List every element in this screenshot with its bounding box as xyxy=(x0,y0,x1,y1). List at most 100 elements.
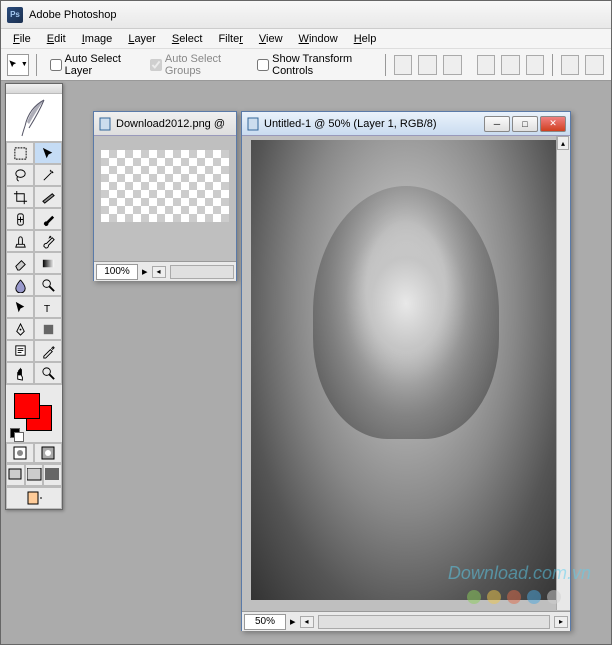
document-titlebar[interactable]: Untitled-1 @ 50% (Layer 1, RGB/8) ─ □ ✕ xyxy=(242,112,570,136)
app-title: Adobe Photoshop xyxy=(29,9,116,21)
menu-help[interactable]: Help xyxy=(346,31,385,47)
title-bar: Ps Adobe Photoshop xyxy=(1,1,611,29)
vertical-scrollbar[interactable]: ▴ xyxy=(556,136,570,610)
scroll-left-button[interactable]: ◂ xyxy=(300,616,314,628)
menu-select[interactable]: Select xyxy=(164,31,211,47)
image-content xyxy=(251,140,561,600)
hand-tool[interactable] xyxy=(6,362,34,384)
document-statusbar: 50% ▸ ◂ ▸ xyxy=(242,611,570,631)
blur-tool[interactable] xyxy=(6,274,34,296)
panel-grip[interactable] xyxy=(6,84,62,94)
document-icon xyxy=(246,117,260,131)
crop-tool[interactable] xyxy=(6,186,34,208)
standard-mode-button[interactable] xyxy=(6,443,34,463)
magic-wand-tool[interactable] xyxy=(34,164,62,186)
pen-tool[interactable] xyxy=(6,318,34,340)
tool-preset-picker[interactable]: ▼ xyxy=(7,54,29,76)
horizontal-scrollbar[interactable] xyxy=(170,265,234,279)
document-canvas[interactable] xyxy=(94,136,236,261)
distribute-button[interactable] xyxy=(585,55,604,75)
screen-mode-buttons xyxy=(6,463,62,486)
align-right-button[interactable] xyxy=(526,55,545,75)
move-tool[interactable] xyxy=(34,142,62,164)
toolbox-panel: T xyxy=(5,83,63,510)
document-title: Untitled-1 @ 50% (Layer 1, RGB/8) xyxy=(264,118,480,130)
menu-filter[interactable]: Filter xyxy=(210,31,250,47)
brush-preview xyxy=(6,94,62,142)
imageready-jump xyxy=(6,486,62,509)
eyedropper-tool[interactable] xyxy=(34,340,62,362)
align-hcenter-button[interactable] xyxy=(501,55,520,75)
separator xyxy=(552,54,553,76)
scroll-right-button[interactable]: ▸ xyxy=(554,616,568,628)
document-title: Download2012.png @ xyxy=(116,118,232,130)
screen-mode-standard[interactable] xyxy=(6,464,25,486)
document-window-2: Untitled-1 @ 50% (Layer 1, RGB/8) ─ □ ✕ … xyxy=(241,111,571,631)
slice-tool[interactable] xyxy=(34,186,62,208)
chevron-down-icon: ▼ xyxy=(21,61,28,68)
menu-file[interactable]: File xyxy=(5,31,39,47)
brush-tool[interactable] xyxy=(34,208,62,230)
document-window-1: Download2012.png @ 100% ▸ ◂ xyxy=(93,111,237,281)
screen-mode-full[interactable] xyxy=(43,464,62,486)
align-vcenter-button[interactable] xyxy=(418,55,437,75)
svg-text:T: T xyxy=(43,304,50,315)
show-transform-checkbox[interactable]: Show Transform Controls xyxy=(251,53,378,77)
options-bar: ▼ Auto Select Layer Auto Select Groups S… xyxy=(1,49,611,81)
tool-grid: T xyxy=(6,142,62,384)
default-colors-icon[interactable] xyxy=(10,428,22,440)
status-menu-icon[interactable]: ▸ xyxy=(142,265,148,278)
separator xyxy=(385,54,386,76)
maximize-button[interactable]: □ xyxy=(512,116,538,132)
eraser-tool[interactable] xyxy=(6,252,34,274)
menu-layer[interactable]: Layer xyxy=(120,31,164,47)
minimize-button[interactable]: ─ xyxy=(484,116,510,132)
dodge-tool[interactable] xyxy=(34,274,62,296)
zoom-tool[interactable] xyxy=(34,362,62,384)
status-menu-icon[interactable]: ▸ xyxy=(290,615,296,628)
app-icon: Ps xyxy=(7,7,23,23)
menu-bar: File Edit Image Layer Select Filter View… xyxy=(1,29,611,49)
close-button[interactable]: ✕ xyxy=(540,116,566,132)
document-icon xyxy=(98,117,112,131)
workspace: T Download2012.png @ xyxy=(1,83,611,644)
align-top-button[interactable] xyxy=(394,55,413,75)
quick-mask-button[interactable] xyxy=(34,443,62,463)
document-statusbar: 100% ▸ ◂ xyxy=(94,261,236,281)
gradient-tool[interactable] xyxy=(34,252,62,274)
align-left-button[interactable] xyxy=(477,55,496,75)
distribute-button[interactable] xyxy=(561,55,580,75)
history-brush-tool[interactable] xyxy=(34,230,62,252)
feather-icon xyxy=(19,98,49,138)
type-tool[interactable]: T xyxy=(34,296,62,318)
menu-edit[interactable]: Edit xyxy=(39,31,74,47)
transparent-canvas xyxy=(101,150,229,222)
scroll-left-button[interactable]: ◂ xyxy=(152,266,166,278)
path-selection-tool[interactable] xyxy=(6,296,34,318)
clone-stamp-tool[interactable] xyxy=(6,230,34,252)
foreground-color[interactable] xyxy=(14,393,40,419)
quick-mask-toggle xyxy=(6,442,62,463)
edit-in-imageready-button[interactable] xyxy=(6,487,62,509)
scroll-up-button[interactable]: ▴ xyxy=(557,136,569,150)
notes-tool[interactable] xyxy=(6,340,34,362)
document-titlebar[interactable]: Download2012.png @ xyxy=(94,112,236,136)
shape-tool[interactable] xyxy=(34,318,62,340)
menu-image[interactable]: Image xyxy=(74,31,121,47)
marquee-tool[interactable] xyxy=(6,142,34,164)
zoom-field[interactable]: 50% xyxy=(244,614,286,630)
horizontal-scrollbar[interactable] xyxy=(318,615,550,629)
healing-brush-tool[interactable] xyxy=(6,208,34,230)
auto-select-layer-checkbox[interactable]: Auto Select Layer xyxy=(44,53,140,77)
watermark-dots xyxy=(467,590,561,604)
color-swatches xyxy=(6,384,62,442)
align-bottom-button[interactable] xyxy=(443,55,462,75)
auto-select-groups-checkbox[interactable]: Auto Select Groups xyxy=(144,53,247,77)
separator xyxy=(36,54,37,76)
document-canvas[interactable] xyxy=(242,136,570,611)
menu-view[interactable]: View xyxy=(251,31,291,47)
screen-mode-full-menu[interactable] xyxy=(25,464,44,486)
zoom-field[interactable]: 100% xyxy=(96,264,138,280)
lasso-tool[interactable] xyxy=(6,164,34,186)
menu-window[interactable]: Window xyxy=(291,31,346,47)
